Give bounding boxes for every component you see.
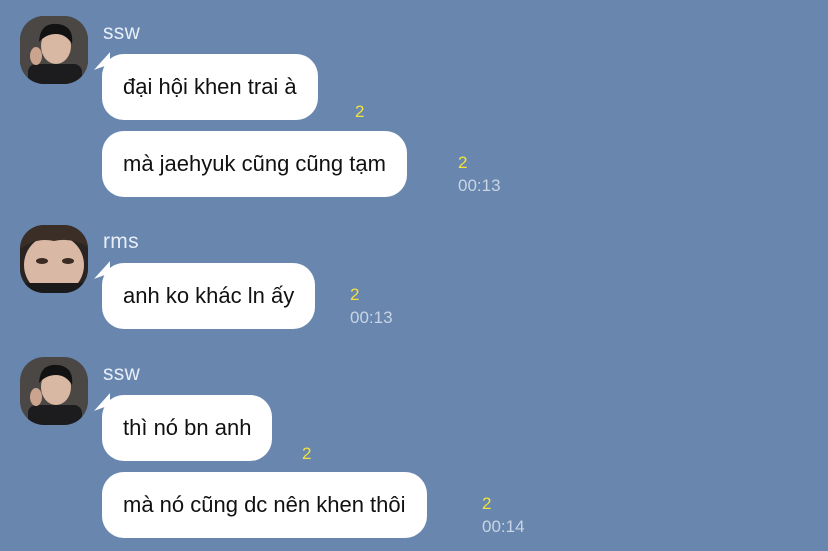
unread-count: 2 xyxy=(355,102,365,121)
message-meta: 2 xyxy=(302,443,311,465)
bubble-tail xyxy=(94,52,110,70)
message-bubble[interactable]: mà jaehyuk cũng cũng tạm xyxy=(102,131,407,197)
message-time: 00:14 xyxy=(482,517,525,536)
avatar-rms[interactable] xyxy=(20,225,88,293)
avatar-ssw[interactable] xyxy=(20,16,88,84)
profile-photo-icon xyxy=(20,225,88,293)
unread-count: 2 xyxy=(458,153,468,172)
message-meta: 2 xyxy=(355,101,364,123)
unread-count: 2 xyxy=(302,444,312,463)
message-meta: 2 00:13 xyxy=(350,284,393,329)
sender-name: ssw xyxy=(103,21,141,44)
unread-count: 2 xyxy=(482,494,492,513)
message-time: 00:13 xyxy=(350,308,393,327)
unread-count: 2 xyxy=(350,285,360,304)
avatar-ssw[interactable] xyxy=(20,357,88,425)
message-text: mà nó cũng dc nên khen thôi xyxy=(123,492,406,517)
message-bubble[interactable]: đại hội khen trai à xyxy=(94,52,318,120)
profile-photo-icon xyxy=(20,357,88,425)
message-bubble[interactable]: mà nó cũng dc nên khen thôi xyxy=(102,472,427,538)
bubble-tail xyxy=(94,261,110,279)
message-text: thì nó bn anh xyxy=(123,415,252,440)
message-text: mà jaehyuk cũng cũng tạm xyxy=(123,151,386,176)
message-bubble[interactable]: thì nó bn anh xyxy=(94,393,273,461)
profile-photo-icon xyxy=(20,16,88,84)
message-meta: 2 00:13 xyxy=(458,152,501,197)
sender-name: rms xyxy=(103,230,139,253)
message-time: 00:13 xyxy=(458,176,501,195)
message-text: đại hội khen trai à xyxy=(123,74,297,99)
message-bubble[interactable]: anh ko khác ln ấy xyxy=(94,261,316,329)
sender-name: ssw xyxy=(103,362,141,385)
bubble-tail xyxy=(94,393,110,411)
message-meta: 2 00:14 xyxy=(482,493,525,538)
message-text: anh ko khác ln ấy xyxy=(123,283,295,308)
